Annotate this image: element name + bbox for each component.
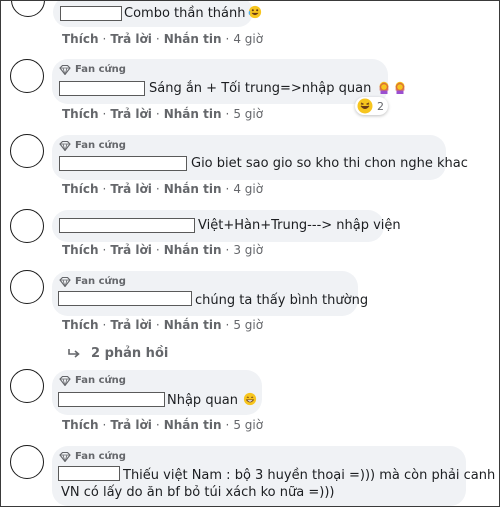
message-button[interactable]: Nhắn tin	[164, 243, 222, 257]
diamond-icon	[59, 64, 71, 75]
diamond-icon	[59, 451, 71, 462]
fan-badge: Fan cứng	[59, 64, 126, 75]
redacted-name	[60, 6, 122, 21]
reply-button[interactable]: Trả lời	[110, 243, 152, 257]
badge-label: Fan cứng	[75, 140, 126, 151]
like-button[interactable]: Thích	[62, 243, 99, 257]
reply-button[interactable]: Trả lời	[110, 318, 152, 332]
grinning-emoji-icon	[243, 392, 257, 406]
comment-time[interactable]: 5 giờ	[233, 418, 263, 432]
comment-time[interactable]: 4 giờ	[233, 182, 263, 196]
badge-label: Fan cứng	[75, 451, 126, 462]
comment-text-continued: VN có lấy do ăn bf bỏ túi xách ko nữa =)…	[61, 485, 335, 500]
reply-button[interactable]: Trả lời	[110, 32, 152, 46]
diamond-icon	[59, 375, 71, 386]
redacted-name	[59, 81, 145, 96]
fan-badge: Fan cứng	[59, 375, 126, 386]
like-button[interactable]: Thích	[62, 182, 99, 196]
comment-text: chúng ta thấy bình thường	[195, 293, 369, 308]
comment-time[interactable]: 4 giờ	[233, 32, 263, 46]
comment-thread: Combo thần thánh Thích · Trả lời · Nhắn ti…	[0, 0, 500, 507]
reaction-count[interactable]: 2	[355, 97, 388, 115]
avatar[interactable]	[10, 59, 44, 93]
like-button[interactable]: Thích	[62, 32, 99, 46]
fan-badge: Fan cứng	[59, 276, 126, 287]
diamond-icon	[59, 276, 71, 287]
redacted-name	[58, 392, 165, 407]
replies-label: 2 phản hồi	[91, 346, 169, 361]
redacted-name	[59, 218, 195, 233]
comment-time[interactable]: 3 giờ	[233, 243, 263, 257]
avatar[interactable]	[10, 369, 44, 403]
fan-badge: Fan cứng	[59, 140, 126, 151]
redacted-name	[59, 156, 187, 171]
redacted-name	[58, 466, 120, 481]
comment-time[interactable]: 5 giờ	[233, 107, 263, 121]
comment-text: Combo thần thánh	[124, 5, 262, 22]
avatar[interactable]	[10, 209, 44, 243]
reply-button[interactable]: Trả lời	[110, 107, 152, 121]
comment-actions: Thích · Trả lời · Nhắn tin · 5 giờ	[62, 418, 264, 432]
comment-text: Sáng ắn + Tối trung=>nhập quan	[149, 80, 407, 97]
reply-arrow-icon	[68, 348, 80, 358]
message-button[interactable]: Nhắn tin	[164, 32, 222, 46]
comment-text: Việt+Hàn+Trung---> nhập viện	[198, 218, 401, 233]
woman-emoji-icon	[379, 81, 389, 94]
rofl-emoji-icon	[248, 5, 261, 19]
badge-label: Fan cứng	[75, 375, 126, 386]
avatar[interactable]	[11, 1, 45, 17]
comment-text: Gio biet sao gio so kho thi chon nghe kh…	[191, 156, 468, 171]
comment-actions: Thích · Trả lời · Nhắn tin · 4 giờ	[62, 182, 264, 196]
message-button[interactable]: Nhắn tin	[164, 182, 222, 196]
redacted-name	[58, 291, 192, 306]
haha-reaction-icon	[357, 98, 373, 114]
message-button[interactable]: Nhắn tin	[164, 318, 222, 332]
comment-text: Thiếu việt Nam : bộ 3 huyền thoại =))) m…	[123, 468, 496, 483]
badge-label: Fan cứng	[75, 64, 126, 75]
avatar[interactable]	[10, 134, 44, 168]
badge-label: Fan cứng	[75, 276, 126, 287]
fan-badge: Fan cứng	[59, 451, 126, 462]
comment-actions: Thích · Trả lời · Nhắn tin · 3 giờ	[62, 243, 264, 257]
like-button[interactable]: Thích	[62, 318, 99, 332]
comment-time[interactable]: 5 giờ	[233, 318, 263, 332]
avatar[interactable]	[10, 270, 44, 304]
comment-actions: Thích · Trả lời · Nhắn tin · 4 giờ	[62, 32, 264, 46]
message-button[interactable]: Nhắn tin	[164, 107, 222, 121]
avatar[interactable]	[10, 445, 44, 479]
diamond-icon	[59, 140, 71, 151]
comment-actions: Thích · Trả lời · Nhắn tin · 5 giờ	[62, 107, 264, 121]
reply-button[interactable]: Trả lời	[110, 182, 152, 196]
view-replies-link[interactable]: 2 phản hồi	[67, 346, 168, 361]
comment-text: Nhập quan	[167, 392, 257, 409]
like-button[interactable]: Thích	[62, 418, 99, 432]
woman-emoji-icon	[395, 81, 405, 94]
comment-actions: Thích · Trả lời · Nhắn tin · 5 giờ	[62, 318, 264, 332]
reply-button[interactable]: Trả lời	[110, 418, 152, 432]
like-button[interactable]: Thích	[62, 107, 99, 121]
message-button[interactable]: Nhắn tin	[164, 418, 222, 432]
